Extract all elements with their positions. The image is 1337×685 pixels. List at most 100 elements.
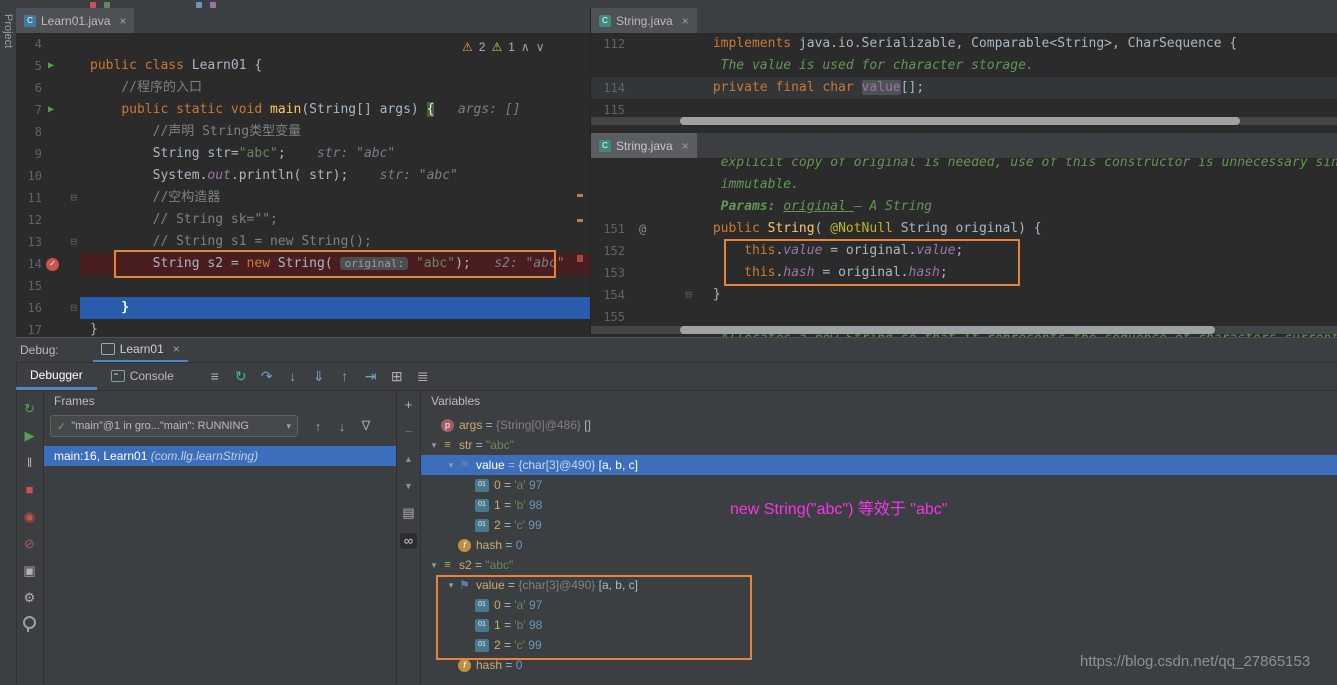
close-tab-icon[interactable]: [682, 15, 689, 27]
pause-program-icon[interactable]: ‖: [27, 454, 32, 471]
code-line[interactable]: immutable.: [591, 174, 1337, 196]
fold-icon[interactable]: ⊟: [70, 297, 77, 319]
code-line[interactable]: 9 String str="abc"; str: "abc": [16, 143, 590, 165]
screenshot-icon[interactable]: ▣: [23, 562, 35, 579]
gutter[interactable]: [625, 240, 695, 262]
view-breakpoints-icon[interactable]: ◉: [24, 508, 35, 525]
breakpoint-icon[interactable]: ✓: [46, 258, 59, 271]
expander-icon[interactable]: ▾: [444, 575, 458, 595]
stop-program-icon[interactable]: ■: [26, 481, 34, 498]
gutter[interactable]: [42, 319, 80, 337]
filter-frames-icon[interactable]: ∇: [354, 418, 378, 434]
code-line[interactable]: The value is used for character storage.: [591, 55, 1337, 77]
gutter[interactable]: ⊟: [42, 231, 80, 253]
gutter[interactable]: ✓: [42, 253, 80, 275]
code-editor-learn01[interactable]: 45▶public class Learn01 {6 //程序的入口7▶ pub…: [16, 33, 590, 337]
code-editor-string-bottom[interactable]: explicit copy of original is needed, use…: [591, 158, 1337, 337]
previous-frame-icon[interactable]: ↑: [306, 419, 330, 434]
code-line[interactable]: 12 // String sk="";: [16, 209, 590, 231]
tab-debug-session[interactable]: Learn01: [93, 338, 188, 362]
h-scrollbar-thumb[interactable]: [680, 326, 1215, 334]
gutter[interactable]: [42, 143, 80, 165]
annotation-gutter-icon[interactable]: @: [639, 218, 646, 240]
mute-breakpoints-icon[interactable]: ⊘: [24, 535, 35, 552]
gutter[interactable]: [625, 262, 695, 284]
tab-debugger[interactable]: Debugger: [16, 362, 97, 390]
layout-grid-icon[interactable]: ≣: [410, 368, 436, 385]
run-gutter-icon[interactable]: ▶: [48, 99, 54, 121]
gutter[interactable]: ⊟: [625, 284, 695, 306]
tab-learn01-java[interactable]: Learn01.java: [16, 8, 134, 33]
variable-row[interactable]: ▾⚑value = {char[3]@490} [a, b, c]: [421, 455, 1337, 475]
view-breakpoints-grid-icon[interactable]: ⊞: [384, 368, 410, 385]
close-tab-icon[interactable]: [682, 140, 689, 152]
variable-row[interactable]: 011 = 'b' 98: [421, 615, 1337, 635]
variable-row[interactable]: 010 = 'a' 97: [421, 595, 1337, 615]
code-line[interactable]: 154⊟ }: [591, 284, 1337, 306]
gutter[interactable]: ▶: [42, 99, 80, 121]
code-line[interactable]: Params: original – A String: [591, 196, 1337, 218]
stack-frame-row[interactable]: main:16, Learn01 (com.llg.learnString): [44, 446, 396, 466]
variable-row[interactable]: ▾⚑value = {char[3]@490} [a, b, c]: [421, 575, 1337, 595]
gutter[interactable]: @: [625, 218, 695, 240]
gutter[interactable]: [42, 209, 80, 231]
code-line[interactable]: 17}: [16, 319, 590, 337]
gutter[interactable]: [625, 77, 695, 99]
code-line[interactable]: 151@ public String( @NotNull String orig…: [591, 218, 1337, 240]
code-line[interactable]: 10 System.out.println( str); str: "abc": [16, 165, 590, 187]
fold-icon[interactable]: ⊟: [70, 187, 77, 209]
resume-program-icon[interactable]: ▶: [25, 427, 35, 444]
code-line[interactable]: 11⊟ //空构造器: [16, 187, 590, 209]
close-session-icon[interactable]: [173, 343, 180, 355]
force-step-into-icon[interactable]: ⇓: [306, 368, 332, 385]
gutter[interactable]: [42, 77, 80, 99]
h-scrollbar-thumb[interactable]: [680, 117, 1240, 125]
code-line[interactable]: 14✓ String s2 = new String( original: "a…: [16, 253, 590, 275]
rerun-debugger-icon[interactable]: ↻: [24, 400, 35, 417]
code-line[interactable]: 6 //程序的入口: [16, 77, 590, 99]
code-line[interactable]: explicit copy of original is needed, use…: [591, 158, 1337, 174]
restore-layout-icon[interactable]: ≡: [202, 368, 228, 384]
next-frame-icon[interactable]: ↓: [330, 419, 354, 434]
show-execution-point-icon[interactable]: ↻: [228, 368, 254, 385]
thread-selector[interactable]: "main"@1 in gro..."main": RUNNING: [50, 415, 298, 437]
code-line[interactable]: 8 //声明 String类型变量: [16, 121, 590, 143]
run-to-cursor-icon[interactable]: ⇥: [358, 368, 384, 385]
fold-icon[interactable]: ⊟: [70, 231, 77, 253]
code-line[interactable]: 7▶ public static void main(String[] args…: [16, 99, 590, 121]
code-line[interactable]: 114 private final char value[];: [591, 77, 1337, 99]
variable-row[interactable]: 012 = 'c' 99: [421, 635, 1337, 655]
remove-watch-icon[interactable]: −: [405, 425, 413, 439]
error-stripe-mark[interactable]: [577, 219, 583, 222]
gutter[interactable]: ⊟: [42, 297, 80, 319]
code-line[interactable]: 16⊟ }: [16, 297, 590, 319]
code-line[interactable]: 5▶public class Learn01 {: [16, 55, 590, 77]
variable-row[interactable]: ▾≡str = "abc": [421, 435, 1337, 455]
show-watches-icon[interactable]: ∞: [400, 533, 417, 549]
close-tab-icon[interactable]: [119, 15, 126, 27]
gutter[interactable]: [42, 275, 80, 297]
code-line[interactable]: 152 this.value = original.value;: [591, 240, 1337, 262]
gutter[interactable]: [625, 55, 695, 77]
gutter[interactable]: [625, 196, 695, 218]
scroll-up-icon[interactable]: ▲: [404, 452, 413, 466]
step-over-icon[interactable]: ↷: [254, 368, 280, 385]
gutter[interactable]: [42, 121, 80, 143]
tab-console[interactable]: Console: [97, 362, 188, 390]
project-tool-tab[interactable]: Project: [0, 8, 16, 54]
variable-row[interactable]: 010 = 'a' 97: [421, 475, 1337, 495]
error-stripe-mark[interactable]: [577, 255, 583, 262]
variable-row[interactable]: fhash = 0: [421, 535, 1337, 555]
scroll-down-icon[interactable]: ▼: [404, 479, 413, 493]
add-watch-icon[interactable]: +: [405, 398, 413, 412]
inspection-widget[interactable]: 2 1: [462, 40, 545, 54]
code-line[interactable]: 15: [16, 275, 590, 297]
gutter[interactable]: [42, 165, 80, 187]
settings-icon[interactable]: ⚙: [24, 589, 36, 606]
expander-icon[interactable]: ▾: [427, 555, 441, 575]
gutter[interactable]: [42, 33, 80, 55]
tab-string-java-bottom[interactable]: String.java: [591, 133, 697, 158]
gutter[interactable]: [625, 306, 695, 328]
code-line[interactable]: 153 this.hash = original.hash;: [591, 262, 1337, 284]
next-issue-icon[interactable]: [536, 40, 545, 54]
